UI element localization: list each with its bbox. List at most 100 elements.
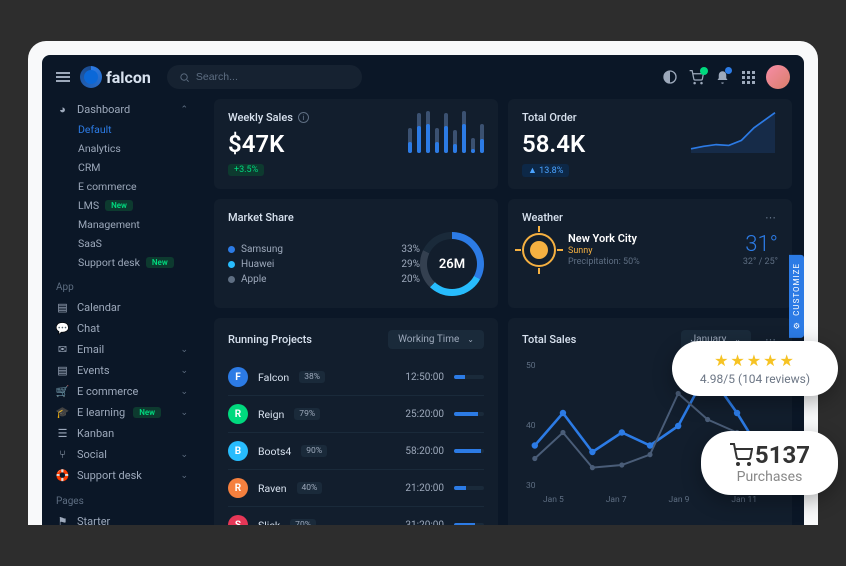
progress-pct: 38% bbox=[299, 371, 325, 383]
brand-name: falcon bbox=[106, 68, 151, 87]
progress-pct: 40% bbox=[297, 482, 323, 494]
sidebar-item[interactable]: 🎓E learningNew⌄ bbox=[56, 402, 188, 423]
sidebar-sub-item[interactable]: Default bbox=[56, 120, 188, 139]
cart-icon[interactable] bbox=[688, 69, 704, 85]
project-avatar: B bbox=[228, 441, 248, 461]
sun-icon bbox=[522, 233, 556, 267]
progress-pct: 90% bbox=[301, 445, 327, 457]
weather-temp: 31° bbox=[743, 232, 778, 257]
legend-dot bbox=[228, 261, 235, 268]
cart-icon bbox=[729, 443, 753, 467]
grad-icon: 🎓 bbox=[56, 406, 69, 419]
sidebar-sub-item[interactable]: Support deskNew bbox=[56, 253, 188, 272]
info-icon[interactable]: i bbox=[298, 112, 309, 123]
nav-label: Dashboard bbox=[77, 103, 130, 116]
sidebar-item[interactable]: ⑂Social⌄ bbox=[56, 444, 188, 465]
weather-card: Weather ⋯ New York City Sunny Precipitat… bbox=[508, 199, 792, 308]
chevron-down-icon: ⌄ bbox=[180, 408, 188, 418]
progress-bar bbox=[454, 449, 484, 453]
sidebar-item[interactable]: ☰Kanban bbox=[56, 423, 188, 444]
project-avatar: R bbox=[228, 478, 248, 498]
sidebar-item[interactable]: 🛟Support desk⌄ bbox=[56, 465, 188, 486]
rating-badge: ★★★★★ 4.98/5 (104 reviews) bbox=[672, 341, 838, 396]
theme-toggle-icon[interactable] bbox=[662, 69, 678, 85]
sidebar-sub-item[interactable]: SaaS bbox=[56, 234, 188, 253]
pie-icon: ◕ bbox=[56, 103, 69, 116]
weather-precip: Precipitation: 50% bbox=[568, 257, 640, 267]
search-box[interactable] bbox=[167, 65, 362, 89]
sidebar-item[interactable]: 🛒E commerce⌄ bbox=[56, 381, 188, 402]
new-pill: New bbox=[146, 257, 174, 268]
sidebar-item[interactable]: ▤Events⌄ bbox=[56, 360, 188, 381]
card-title: Total Sales bbox=[522, 333, 576, 346]
customize-tab[interactable]: ⚙CUSTOMIZE bbox=[789, 255, 804, 338]
menu-icon[interactable] bbox=[56, 72, 70, 82]
sidebar-item[interactable]: ▤Calendar bbox=[56, 297, 188, 318]
order-sparkline bbox=[688, 111, 778, 153]
project-avatar: R bbox=[228, 404, 248, 424]
project-row[interactable]: FFalcon38%12:50:00 bbox=[228, 359, 484, 395]
projects-select[interactable]: Working Time ⌄ bbox=[388, 330, 484, 349]
sidebar-sub-item[interactable]: LMSNew bbox=[56, 196, 188, 215]
sidebar-sub-item[interactable]: Analytics bbox=[56, 139, 188, 158]
more-icon[interactable]: ⋯ bbox=[765, 211, 778, 224]
sidebar-sub-item[interactable]: CRM bbox=[56, 158, 188, 177]
new-pill: New bbox=[105, 200, 133, 211]
card-title: Running Projects bbox=[228, 333, 312, 346]
calendar-icon: ▤ bbox=[56, 301, 69, 314]
bell-icon[interactable] bbox=[714, 69, 730, 85]
cart-icon: 🛒 bbox=[56, 385, 69, 398]
project-row[interactable]: RRaven40%21:20:00 bbox=[228, 469, 484, 506]
project-avatar: F bbox=[228, 367, 248, 387]
flag-icon: ⚑ bbox=[56, 515, 69, 525]
market-row: Apple20% bbox=[228, 272, 420, 287]
running-projects-card: Running Projects Working Time ⌄ FFalcon3… bbox=[214, 318, 498, 525]
chat-icon: 💬 bbox=[56, 322, 69, 335]
sidebar-item[interactable]: 💬Chat bbox=[56, 318, 188, 339]
search-input[interactable] bbox=[196, 71, 350, 83]
progress-bar bbox=[454, 375, 484, 379]
card-title: Weekly Sales i bbox=[228, 111, 309, 124]
market-row: Samsung33% bbox=[228, 242, 420, 257]
brand-logo[interactable]: falcon bbox=[80, 66, 151, 88]
support-icon: 🛟 bbox=[56, 469, 69, 482]
weather-city: New York City bbox=[568, 232, 640, 245]
kanban-icon: ☰ bbox=[56, 427, 69, 440]
project-row[interactable]: BBoots490%58:20:00 bbox=[228, 432, 484, 469]
progress-bar bbox=[454, 412, 484, 416]
sidebar-sub-item[interactable]: E commerce bbox=[56, 177, 188, 196]
total-order-card: Total Order 58.4K ▲ 13.8% bbox=[508, 99, 792, 189]
legend-dot bbox=[228, 246, 235, 253]
chevron-down-icon: ⌄ bbox=[180, 387, 188, 397]
progress-bar bbox=[454, 523, 484, 525]
sidebar-item[interactable]: ✉Email⌄ bbox=[56, 339, 188, 360]
chevron-down-icon: ⌄ bbox=[467, 335, 474, 344]
card-title: Weather bbox=[522, 211, 563, 224]
user-avatar[interactable] bbox=[766, 65, 790, 89]
market-row: Huawei29% bbox=[228, 257, 420, 272]
market-donut: 26M bbox=[420, 232, 484, 296]
legend-dot bbox=[228, 276, 235, 283]
weekly-change: +3.5% bbox=[228, 164, 264, 176]
new-pill: New bbox=[133, 407, 161, 418]
section-label-pages: Pages bbox=[56, 496, 188, 507]
sidebar: ◕ Dashboard ⌃ DefaultAnalyticsCRME comme… bbox=[42, 99, 202, 525]
events-icon: ▤ bbox=[56, 364, 69, 377]
rating-text: 4.98/5 (104 reviews) bbox=[700, 372, 810, 386]
sidebar-item[interactable]: ⚑Starter bbox=[56, 511, 188, 525]
purchase-count: 5137 bbox=[755, 441, 810, 469]
progress-bar bbox=[454, 486, 484, 490]
order-change: ▲ 13.8% bbox=[522, 164, 569, 177]
email-icon: ✉ bbox=[56, 343, 69, 356]
weekly-value: $47K bbox=[228, 130, 309, 158]
apps-grid-icon[interactable] bbox=[740, 69, 756, 85]
order-value: 58.4K bbox=[522, 130, 585, 158]
social-icon: ⑂ bbox=[56, 448, 69, 461]
project-row[interactable]: SSlick70%31:20:00 bbox=[228, 506, 484, 525]
purchases-badge: 5137 Purchases bbox=[701, 431, 838, 495]
chevron-down-icon: ⌄ bbox=[180, 345, 188, 355]
project-row[interactable]: RReign79%25:20:00 bbox=[228, 395, 484, 432]
chevron-down-icon: ⌄ bbox=[180, 450, 188, 460]
sidebar-dashboard[interactable]: ◕ Dashboard ⌃ bbox=[56, 99, 188, 120]
sidebar-sub-item[interactable]: Management bbox=[56, 215, 188, 234]
